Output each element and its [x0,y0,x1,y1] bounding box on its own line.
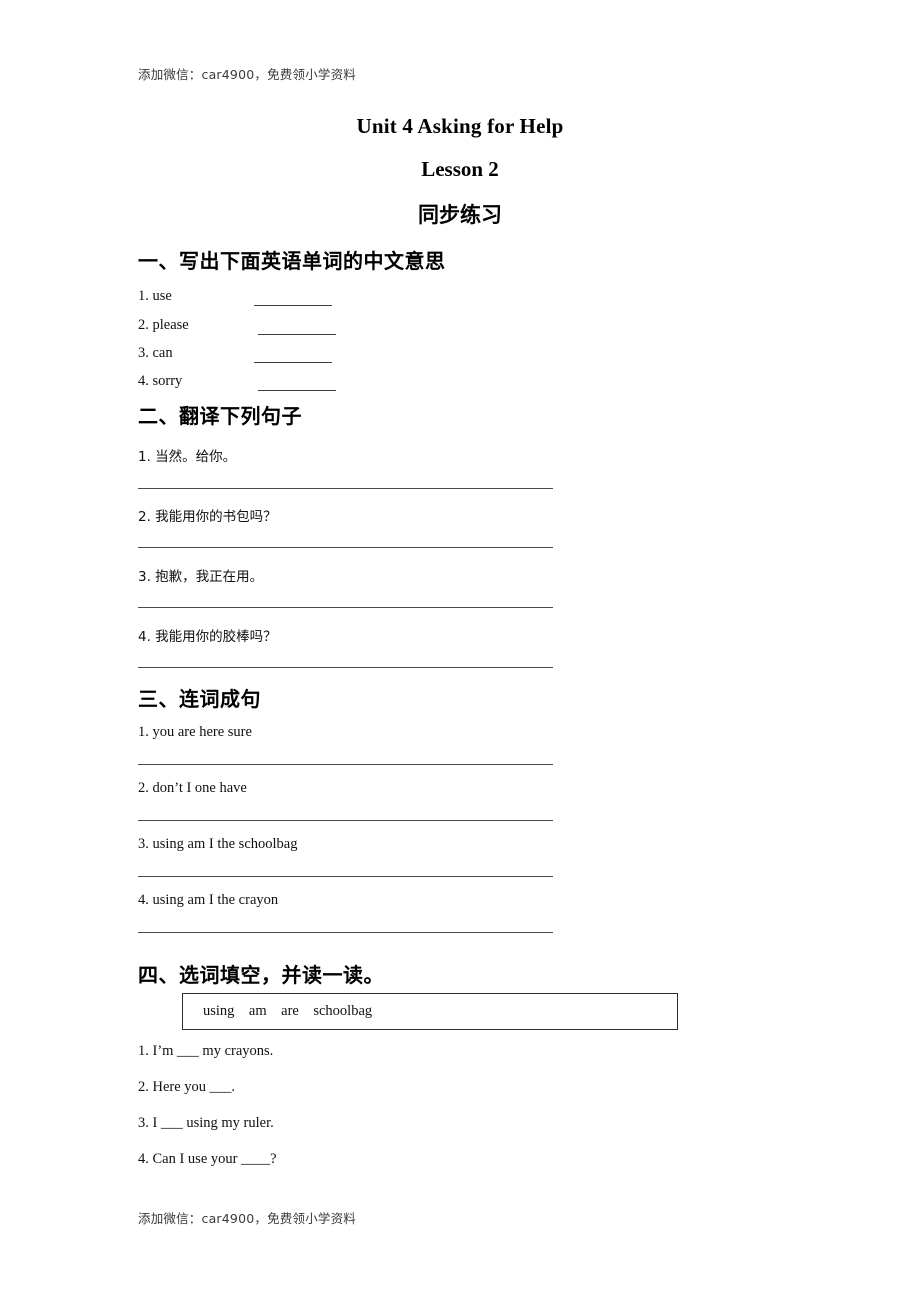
page-title-unit: Unit 4 Asking for Help [356,114,564,138]
section2-answer-line-3[interactable] [138,607,553,608]
word-bank-box: using am are schoolbag [182,993,678,1030]
section3-answer-line-1[interactable] [138,764,553,765]
section1-item-3: 3. can [138,345,173,361]
section4-item-1: 1. I’m ___ my crayons. [138,1043,274,1059]
section1-blank-4[interactable] [258,390,336,391]
section4-item-3: 3. I ___ using my ruler. [138,1115,274,1131]
section2-item-2: 2. 我能用你的书包吗？ [138,509,277,525]
section2-item-4: 4. 我能用你的胶棒吗？ [138,629,277,645]
section4-item-2: 2. Here you ___. [138,1079,236,1095]
section-heading-4: 四、选词填空，并读一读。 [138,963,384,987]
section2-answer-line-4[interactable] [138,667,553,668]
section-heading-1: 一、写出下面英语单词的中文意思 [138,249,446,273]
section1-blank-3[interactable] [254,362,332,363]
section3-item-1: 1. you are here sure [138,724,252,740]
section3-item-2: 2. don’t I one have [138,780,247,796]
section1-item-2: 2. please [138,317,189,333]
section3-item-4: 4. using am I the crayon [138,892,279,908]
section2-answer-line-2[interactable] [138,547,553,548]
section1-item-1: 1. use [138,288,172,304]
section-heading-3: 三、连词成句 [138,687,261,711]
section3-item-3: 3. using am I the schoolbag [138,836,298,852]
section3-answer-line-4[interactable] [138,932,553,933]
section2-item-3: 3. 抱歉，我正在用。 [138,569,264,585]
section4-item-4: 4. Can I use your ____? [138,1151,277,1167]
section3-answer-line-2[interactable] [138,820,553,821]
section1-blank-2[interactable] [258,334,336,335]
watermark-bottom: 添加微信：car4900，免费领小学资料 [138,1211,356,1226]
section1-blank-1[interactable] [254,305,332,306]
section2-item-1: 1. 当然。给你。 [138,449,237,465]
watermark-top: 添加微信：car4900，免费领小学资料 [138,67,356,82]
section-heading-2: 二、翻译下列句子 [138,404,302,428]
page-title-chinese: 同步练习 [418,203,502,227]
section1-item-4: 4. sorry [138,373,183,389]
worksheet-page: 添加微信：car4900，免费领小学资料 Unit 4 Asking for H… [0,0,920,1302]
section2-answer-line-1[interactable] [138,488,553,489]
page-title-lesson: Lesson 2 [421,157,499,181]
section3-answer-line-3[interactable] [138,876,553,877]
word-bank-text: using am are schoolbag [203,1003,373,1019]
